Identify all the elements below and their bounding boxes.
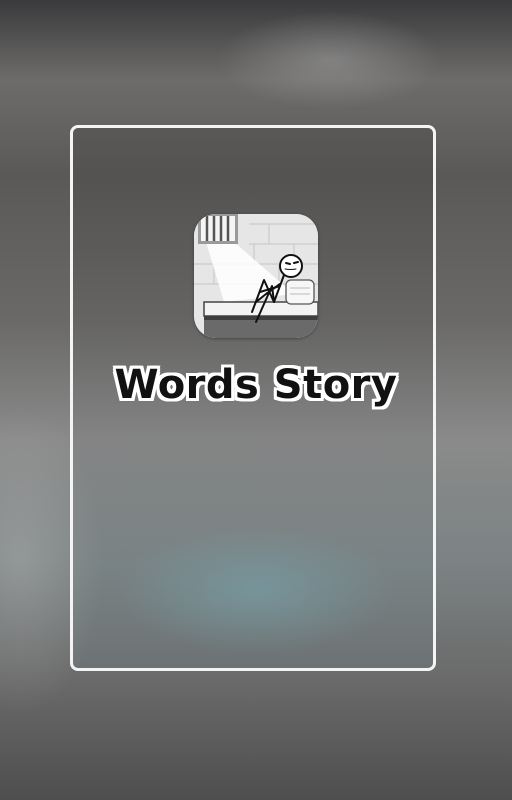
app-title: Words Story [114,362,398,408]
stickman-prison-cell-icon [194,214,318,338]
